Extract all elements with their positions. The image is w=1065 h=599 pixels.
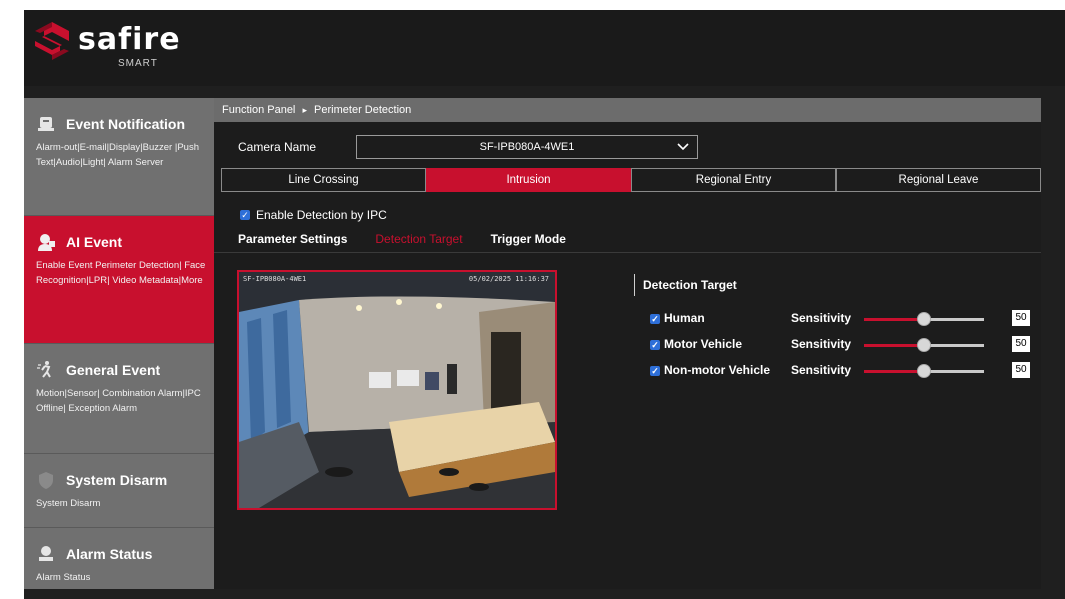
slider-handle[interactable]	[917, 312, 931, 326]
tab-line-crossing[interactable]: Line Crossing	[221, 168, 426, 192]
bell-icon	[38, 117, 54, 131]
sub-tabs: Parameter Settings Detection Target Trig…	[238, 232, 566, 246]
alarm-status-icon	[39, 546, 53, 561]
subtab-detection-target[interactable]: Detection Target	[375, 232, 462, 246]
sidebar-item-event-notification[interactable]: Event Notification Alarm-out|E-mail|Disp…	[24, 98, 214, 216]
sidebar-item-label: Alarm Status	[66, 546, 153, 562]
target-row-human: ✓ Human Sensitivity 50	[650, 310, 1050, 328]
ai-person-icon	[38, 234, 55, 251]
target-row-motor-vehicle: ✓ Motor Vehicle Sensitivity 50	[650, 336, 1050, 354]
breadcrumb-separator-icon: ▸	[302, 105, 307, 115]
sensitivity-value[interactable]: 50	[1012, 310, 1030, 326]
sidebar-item-system-disarm[interactable]: System Disarm System Disarm	[24, 454, 214, 528]
breadcrumb-current: Perimeter Detection	[314, 104, 412, 116]
brand-sub: SMART	[118, 58, 158, 69]
target-name: Non-motor Vehicle	[664, 363, 771, 377]
sidebar-item-label: Event Notification	[66, 116, 186, 132]
main-panel: Function Panel ▸ Perimeter Detection Cam…	[214, 98, 1041, 589]
top-bar: safire SMART	[24, 10, 1065, 86]
sensitivity-slider[interactable]	[864, 312, 984, 326]
brand-logo: safire SMART	[32, 18, 180, 74]
detection-target-title: Detection Target	[634, 274, 737, 296]
tab-regional-leave[interactable]: Regional Leave	[836, 168, 1041, 192]
enable-detection-label: Enable Detection by IPC	[256, 208, 387, 222]
sidebar-item-ai-event[interactable]: AI Event Enable Event Perimeter Detectio…	[24, 216, 214, 344]
sensitivity-value[interactable]: 50	[1012, 336, 1030, 352]
target-checkbox[interactable]: ✓	[650, 366, 660, 376]
video-osd-timestamp: 05/02/2025 11:16:37	[468, 275, 549, 283]
sidebar-item-label: General Event	[66, 362, 161, 378]
motion-icon	[37, 361, 51, 378]
enable-detection-row: ✓ Enable Detection by IPC	[240, 208, 387, 222]
tab-intrusion[interactable]: Intrusion	[426, 168, 631, 192]
tab-regional-entry[interactable]: Regional Entry	[631, 168, 836, 192]
sensitivity-label: Sensitivity	[791, 337, 852, 351]
chevron-down-icon	[677, 136, 689, 165]
camera-name-label: Camera Name	[238, 140, 317, 154]
subtab-parameter-settings[interactable]: Parameter Settings	[238, 232, 347, 246]
sidebar-item-links[interactable]: Alarm-out|E-mail|Display|Buzzer |Push Te…	[36, 140, 214, 170]
sidebar-item-links[interactable]: Motion|Sensor| Combination Alarm|IPC Off…	[36, 386, 214, 416]
detection-tabs: Line Crossing Intrusion Regional Entry R…	[221, 168, 1041, 192]
sidebar-item-links[interactable]: Enable Event Perimeter Detection| Face R…	[36, 258, 214, 288]
video-osd-camera: SF-IPB080A-4WE1	[243, 275, 307, 283]
sidebar-item-label: System Disarm	[66, 472, 168, 488]
camera-preview[interactable]: SF-IPB080A-4WE1 05/02/2025 11:16:37	[237, 270, 557, 510]
sidebar-item-links[interactable]: Alarm Status	[36, 570, 214, 585]
sensitivity-value[interactable]: 50	[1012, 362, 1030, 378]
shield-icon	[39, 472, 53, 489]
safire-logo-icon	[35, 22, 69, 60]
brand-name: safire	[78, 22, 181, 57]
sidebar-item-links[interactable]: System Disarm	[36, 496, 214, 511]
slider-handle[interactable]	[917, 338, 931, 352]
sensitivity-slider[interactable]	[864, 338, 984, 352]
divider	[214, 252, 1041, 253]
camera-name-select[interactable]: SF-IPB080A-4WE1	[356, 135, 698, 159]
target-checkbox[interactable]: ✓	[650, 340, 660, 350]
breadcrumb-root[interactable]: Function Panel	[222, 104, 295, 116]
sidebar: Event Notification Alarm-out|E-mail|Disp…	[24, 98, 214, 589]
enable-detection-checkbox[interactable]: ✓	[240, 210, 250, 220]
camera-image	[239, 272, 555, 508]
target-name: Motor Vehicle	[664, 337, 743, 351]
target-name: Human	[664, 311, 705, 325]
target-checkbox[interactable]: ✓	[650, 314, 660, 324]
sidebar-item-label: AI Event	[66, 234, 123, 250]
sensitivity-slider[interactable]	[864, 364, 984, 378]
sensitivity-label: Sensitivity	[791, 311, 852, 325]
slider-handle[interactable]	[917, 364, 931, 378]
sidebar-item-alarm-status[interactable]: Alarm Status Alarm Status	[24, 528, 214, 589]
target-row-non-motor-vehicle: ✓ Non-motor Vehicle Sensitivity 50	[650, 362, 1050, 380]
sensitivity-label: Sensitivity	[791, 363, 852, 377]
breadcrumb: Function Panel ▸ Perimeter Detection	[214, 98, 1041, 122]
subtab-trigger-mode[interactable]: Trigger Mode	[491, 232, 566, 246]
sidebar-item-general-event[interactable]: General Event Motion|Sensor| Combination…	[24, 344, 214, 454]
camera-name-value: SF-IPB080A-4WE1	[479, 141, 575, 153]
